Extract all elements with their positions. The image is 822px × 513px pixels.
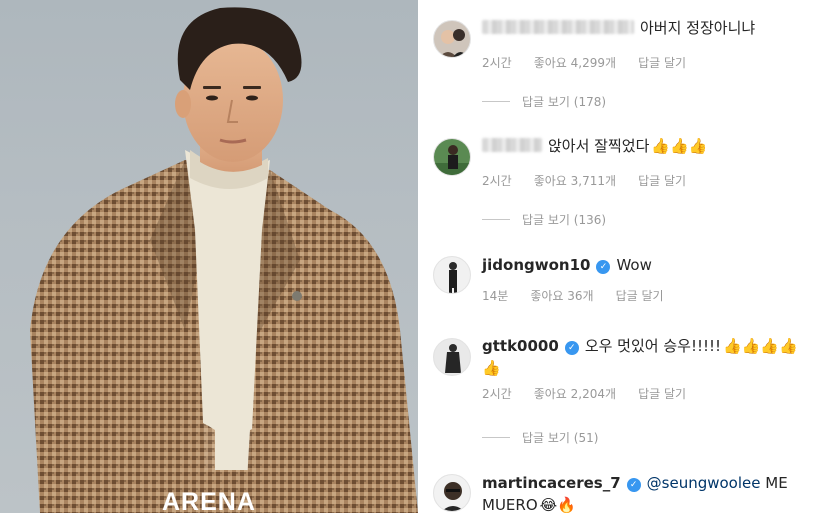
view-replies-label: 답글 보기 (136) bbox=[522, 213, 607, 227]
avatar[interactable] bbox=[433, 338, 471, 376]
comment-body-line2: MUERO bbox=[482, 496, 538, 513]
verified-badge-icon: ✓ bbox=[564, 341, 579, 355]
username-redacted bbox=[482, 20, 634, 34]
comment-body: Wow bbox=[616, 256, 652, 274]
comments-panel: 아버지 정장아니냐 2시간 좋아요 4,299개 답글 달기 답글 보기 (17… bbox=[418, 0, 822, 513]
view-replies-label: 답글 보기 (51) bbox=[522, 431, 599, 445]
thumbs-up-icon: 👍 bbox=[482, 359, 501, 377]
magazine-logo: ARENA bbox=[162, 488, 256, 513]
comment-text: martincaceres_7 ✓ @seungwoolee ME bbox=[482, 472, 812, 494]
comment-likes[interactable]: 좋아요 3,711개 bbox=[534, 173, 616, 189]
reply-button[interactable]: 답글 달기 bbox=[638, 55, 686, 71]
comment-time: 2시간 bbox=[482, 387, 512, 401]
reply-button[interactable]: 답글 달기 bbox=[638, 173, 686, 189]
post-photo: ARENA bbox=[0, 0, 418, 513]
comment-likes[interactable]: 좋아요 2,204개 bbox=[534, 386, 616, 402]
comment-body: 오우 멋있어 승우!!!!! bbox=[584, 337, 722, 355]
mention-link[interactable]: @seungwoolee bbox=[647, 474, 761, 492]
comment-text-line2: MUERO 😂🔥 bbox=[482, 494, 812, 513]
comment-likes[interactable]: 좋아요 4,299개 bbox=[534, 55, 616, 71]
verified-badge-icon: ✓ bbox=[626, 478, 641, 492]
comment-text-line2: 👍 bbox=[482, 357, 812, 379]
avatar[interactable] bbox=[433, 474, 471, 512]
comment-time: 14분 bbox=[482, 289, 509, 303]
username[interactable]: jidongwon10 bbox=[482, 256, 590, 274]
comment-body: 앉아서 잘찍었다 bbox=[548, 137, 650, 155]
replies-divider bbox=[482, 219, 510, 220]
reply-button[interactable]: 답글 달기 bbox=[616, 288, 664, 304]
comment-likes[interactable]: 좋아요 36개 bbox=[530, 288, 593, 304]
replies-divider bbox=[482, 101, 510, 102]
thumbs-up-icon: 👍👍👍 bbox=[651, 137, 708, 155]
comment-text: 앉아서 잘찍었다 👍👍👍 bbox=[482, 135, 812, 157]
view-replies[interactable]: 답글 보기 (136) bbox=[482, 211, 606, 228]
username[interactable]: gttk0000 bbox=[482, 337, 559, 355]
comment-text: 아버지 정장아니냐 bbox=[482, 17, 812, 39]
username[interactable]: martincaceres_7 bbox=[482, 474, 621, 492]
comment-text: jidongwon10 ✓ Wow bbox=[482, 254, 812, 276]
laugh-fire-emoji-icon: 😂🔥 bbox=[539, 496, 576, 513]
replies-divider bbox=[482, 437, 510, 438]
comment-time: 2시간 bbox=[482, 174, 512, 188]
comment-text: gttk0000 ✓ 오우 멋있어 승우!!!!! 👍👍👍👍 bbox=[482, 335, 812, 357]
view-replies-label: 답글 보기 (178) bbox=[522, 95, 607, 109]
view-replies[interactable]: 답글 보기 (51) bbox=[482, 429, 598, 446]
avatar[interactable] bbox=[433, 256, 471, 294]
view-replies[interactable]: 답글 보기 (178) bbox=[482, 93, 606, 110]
comment-time: 2시간 bbox=[482, 56, 512, 70]
reply-button[interactable]: 답글 달기 bbox=[638, 386, 686, 402]
username-redacted bbox=[482, 138, 542, 152]
portrait-illustration bbox=[30, 7, 418, 513]
avatar[interactable] bbox=[433, 138, 471, 176]
verified-badge-icon: ✓ bbox=[596, 260, 611, 274]
thumbs-up-icon: 👍👍👍👍 bbox=[723, 337, 798, 355]
avatar[interactable] bbox=[433, 20, 471, 58]
comment-body: ME bbox=[765, 474, 788, 492]
comment-body: 아버지 정장아니냐 bbox=[640, 19, 756, 37]
